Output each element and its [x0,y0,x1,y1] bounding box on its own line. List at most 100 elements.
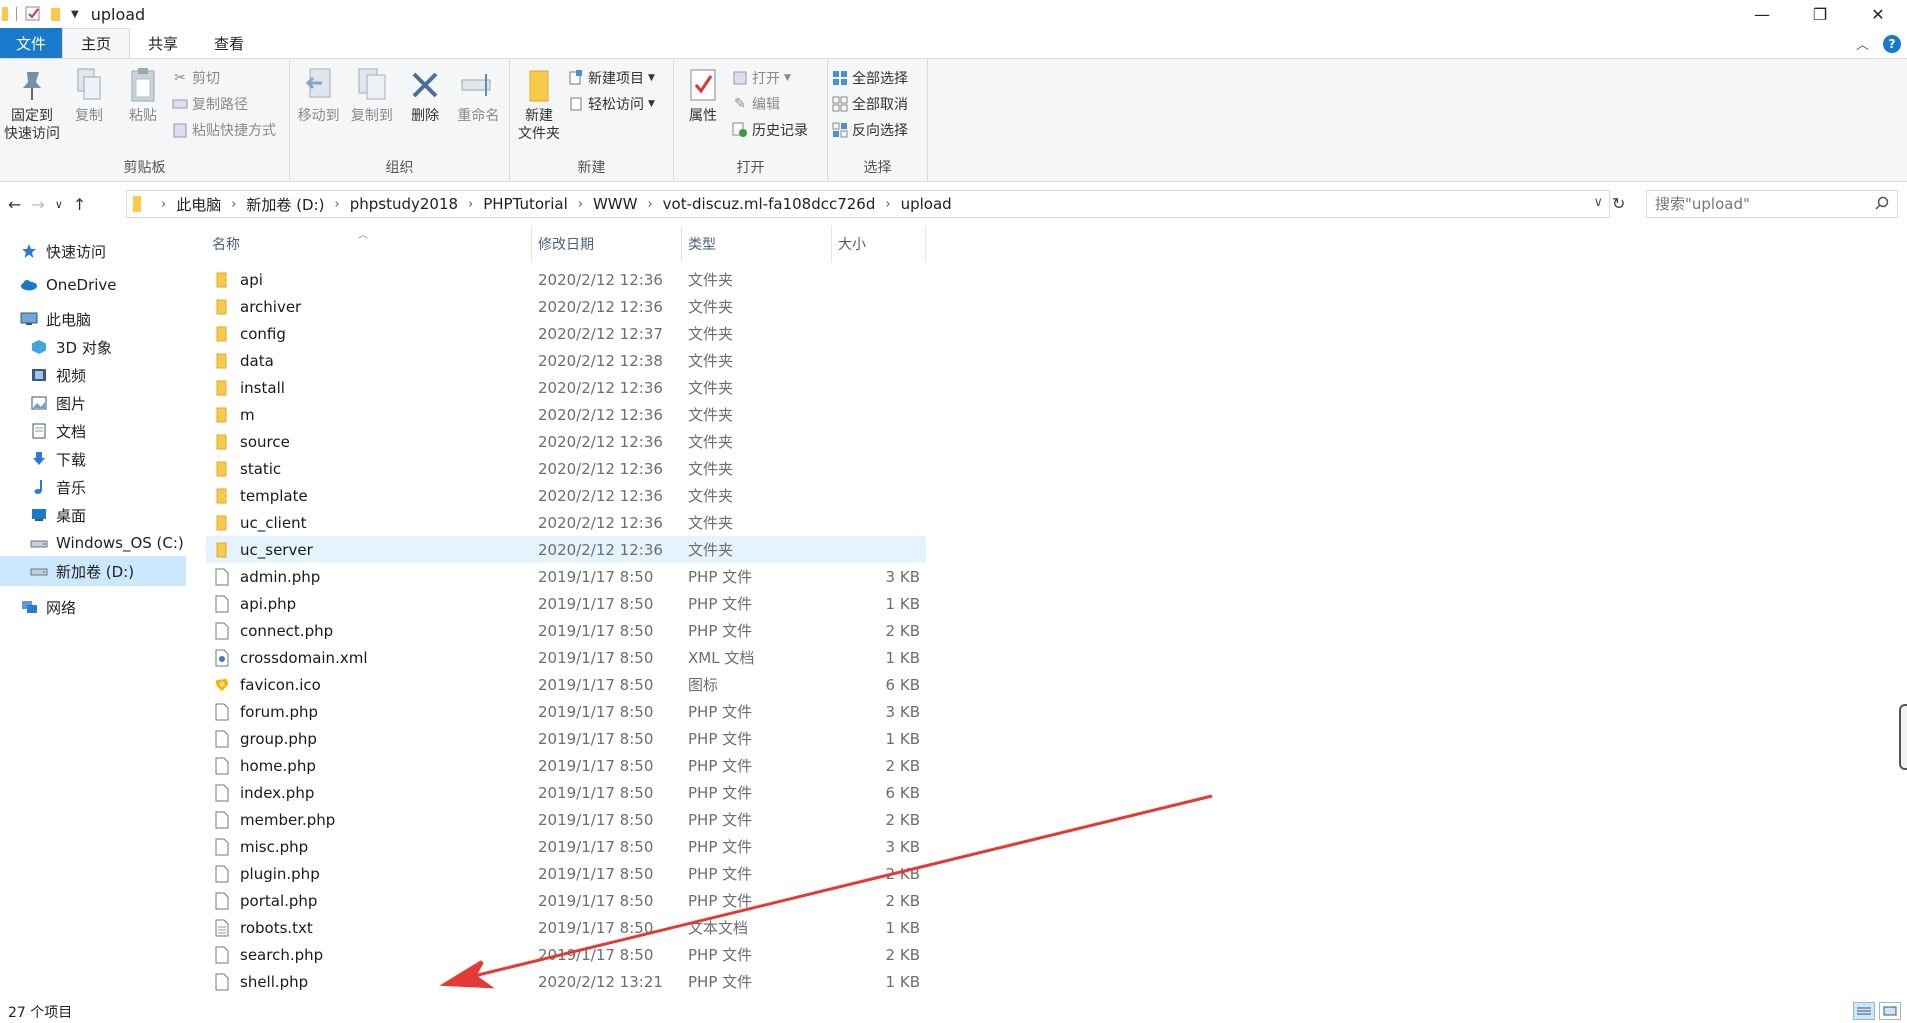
table-row[interactable]: template 2020/2/12 12:36 文件夹 [206,482,926,509]
scrollbar-edge[interactable] [1899,704,1907,770]
breadcrumb-item[interactable]: WWW [593,195,638,213]
address-bar[interactable]: › 此电脑 › 新加卷 (D:) › phpstudy2018 › PHPTutorial › W… [126,190,1610,218]
table-row[interactable]: favicon.ico 2019/1/17 8:50 图标 6 KB [206,671,926,698]
nav-item[interactable]: Windows_OS (C:) [0,528,186,558]
tab-file[interactable]: 文件 [0,28,63,58]
nav-item[interactable]: 网络 [0,592,186,622]
breadcrumb-separator-icon[interactable]: › [161,197,166,212]
open-button[interactable]: 打开 ▼ [732,67,808,89]
nav-item[interactable]: 桌面 [0,500,186,530]
column-header-size[interactable]: 大小 [832,226,926,262]
table-row[interactable]: config 2020/2/12 12:37 文件夹 [206,320,926,347]
nav-item[interactable]: 快速访问 [0,236,186,266]
column-header-name[interactable]: 名称 [206,226,532,262]
breadcrumb-item[interactable]: 新加卷 (D:) [246,194,324,215]
column-header-date[interactable]: 修改日期 [532,226,682,262]
table-row[interactable]: source 2020/2/12 12:36 文件夹 [206,428,926,455]
search-icon[interactable] [1875,196,1889,214]
table-row[interactable]: static 2020/2/12 12:36 文件夹 [206,455,926,482]
forward-arrow-icon[interactable]: → [31,195,44,214]
table-row[interactable]: portal.php 2019/1/17 8:50 PHP 文件 2 KB [206,887,926,914]
large-icons-view-icon[interactable] [1879,1002,1901,1020]
file-name: crossdomain.xml [240,648,368,667]
details-view-icon[interactable] [1853,1002,1875,1020]
nav-item[interactable]: 视频 [0,360,186,390]
nav-item[interactable]: OneDrive [0,270,186,300]
breadcrumb-item[interactable]: vot-discuz.ml-fa108dcc726d [663,195,876,213]
table-row[interactable]: archiver 2020/2/12 12:36 文件夹 [206,293,926,320]
properties-check-icon[interactable] [25,6,41,22]
minimize-button[interactable]: — [1733,0,1791,28]
breadcrumb-separator-icon[interactable]: › [231,197,236,212]
collapse-ribbon-icon[interactable]: ︿ [1856,34,1869,53]
easy-access-button[interactable]: 轻松访问 ▼ [568,93,655,115]
nav-item[interactable]: 新加卷 (D:) [0,556,186,586]
tab-home[interactable]: 主页 [62,28,131,58]
table-row[interactable]: home.php 2019/1/17 8:50 PHP 文件 2 KB [206,752,926,779]
history-button[interactable]: 历史记录 [732,119,808,141]
breadcrumb-separator-icon[interactable]: › [578,197,583,212]
table-row[interactable]: uc_client 2020/2/12 12:36 文件夹 [206,509,926,536]
search-box[interactable] [1646,190,1898,218]
breadcrumb-separator-icon[interactable]: › [335,197,340,212]
table-row[interactable]: api.php 2019/1/17 8:50 PHP 文件 1 KB [206,590,926,617]
tab-share[interactable]: 共享 [130,28,196,58]
invert-selection-button[interactable]: 反向选择 [832,119,908,141]
table-row[interactable]: member.php 2019/1/17 8:50 PHP 文件 2 KB [206,806,926,833]
table-row[interactable]: misc.php 2019/1/17 8:50 PHP 文件 3 KB [206,833,926,860]
breadcrumb-item[interactable]: 此电脑 [176,194,221,215]
view-buttons [1853,1002,1901,1020]
table-row[interactable]: api 2020/2/12 12:36 文件夹 [206,266,926,293]
up-arrow-icon[interactable]: ↑ [73,195,86,214]
select-none-button[interactable]: 全部取消 [832,93,908,115]
paste-shortcut-button[interactable]: 粘贴快捷方式 [172,119,276,141]
table-row[interactable]: group.php 2019/1/17 8:50 PHP 文件 1 KB [206,725,926,752]
table-row[interactable]: m 2020/2/12 12:36 文件夹 [206,401,926,428]
tab-view[interactable]: 查看 [196,28,262,58]
nav-item[interactable]: 图片 [0,388,186,418]
table-row[interactable]: search.php 2019/1/17 8:50 PHP 文件 2 KB [206,941,926,968]
help-icon[interactable]: ? [1883,34,1901,53]
table-row[interactable]: connect.php 2019/1/17 8:50 PHP 文件 2 KB [206,617,926,644]
table-row[interactable]: robots.txt 2019/1/17 8:50 文本文档 1 KB [206,914,926,941]
table-row[interactable]: install 2020/2/12 12:36 文件夹 [206,374,926,401]
table-row[interactable]: forum.php 2019/1/17 8:50 PHP 文件 3 KB [206,698,926,725]
refresh-icon[interactable]: ↻ [1612,194,1625,213]
nav-item[interactable]: 3D 对象 [0,332,186,362]
address-dropdown-icon[interactable]: ∨ [1593,195,1603,210]
php-file-icon [214,595,230,613]
column-header-type[interactable]: 类型 [682,226,832,262]
cloud-icon [20,277,38,293]
breadcrumb-separator-icon[interactable]: › [647,197,652,212]
table-row[interactable]: shell.php 2020/2/12 13:21 PHP 文件 1 KB [206,968,926,995]
cut-button[interactable]: ✂ 剪切 [172,67,276,89]
customize-toolbar-icon[interactable]: ▼ [71,9,79,20]
recent-locations-icon[interactable]: ∨ [55,198,63,211]
file-name-cell: install [206,379,532,397]
new-item-button[interactable]: 新建项目 ▼ [568,67,655,89]
table-row[interactable]: uc_server 2020/2/12 12:36 文件夹 [206,536,926,563]
breadcrumb-separator-icon[interactable]: › [468,197,473,212]
table-row[interactable]: admin.php 2019/1/17 8:50 PHP 文件 3 KB [206,563,926,590]
table-row[interactable]: index.php 2019/1/17 8:50 PHP 文件 6 KB [206,779,926,806]
breadcrumb-item[interactable]: upload [901,195,952,213]
nav-item[interactable]: 音乐 [0,472,186,502]
search-input[interactable] [1655,195,1865,213]
nav-item[interactable]: 文档 [0,416,186,446]
table-row[interactable]: crossdomain.xml 2019/1/17 8:50 XML 文档 1 KB [206,644,926,671]
back-arrow-icon[interactable]: ← [8,195,21,214]
nav-item[interactable]: 此电脑 [0,304,186,334]
maximize-button[interactable]: ❐ [1791,0,1849,28]
close-button[interactable]: ✕ [1849,0,1907,28]
copy-path-button[interactable]: 复制路径 [172,93,276,115]
file-name: install [240,378,285,397]
breadcrumb-item[interactable]: PHPTutorial [483,195,568,213]
edit-button[interactable]: ✎ 编辑 [732,93,808,115]
new-folder-small-icon[interactable] [49,6,63,22]
table-row[interactable]: plugin.php 2019/1/17 8:50 PHP 文件 2 KB [206,860,926,887]
table-row[interactable]: data 2020/2/12 12:38 文件夹 [206,347,926,374]
breadcrumb-separator-icon[interactable]: › [885,197,890,212]
nav-item[interactable]: 下载 [0,444,186,474]
select-all-button[interactable]: 全部选择 [832,67,908,89]
breadcrumb-item[interactable]: phpstudy2018 [350,195,458,213]
